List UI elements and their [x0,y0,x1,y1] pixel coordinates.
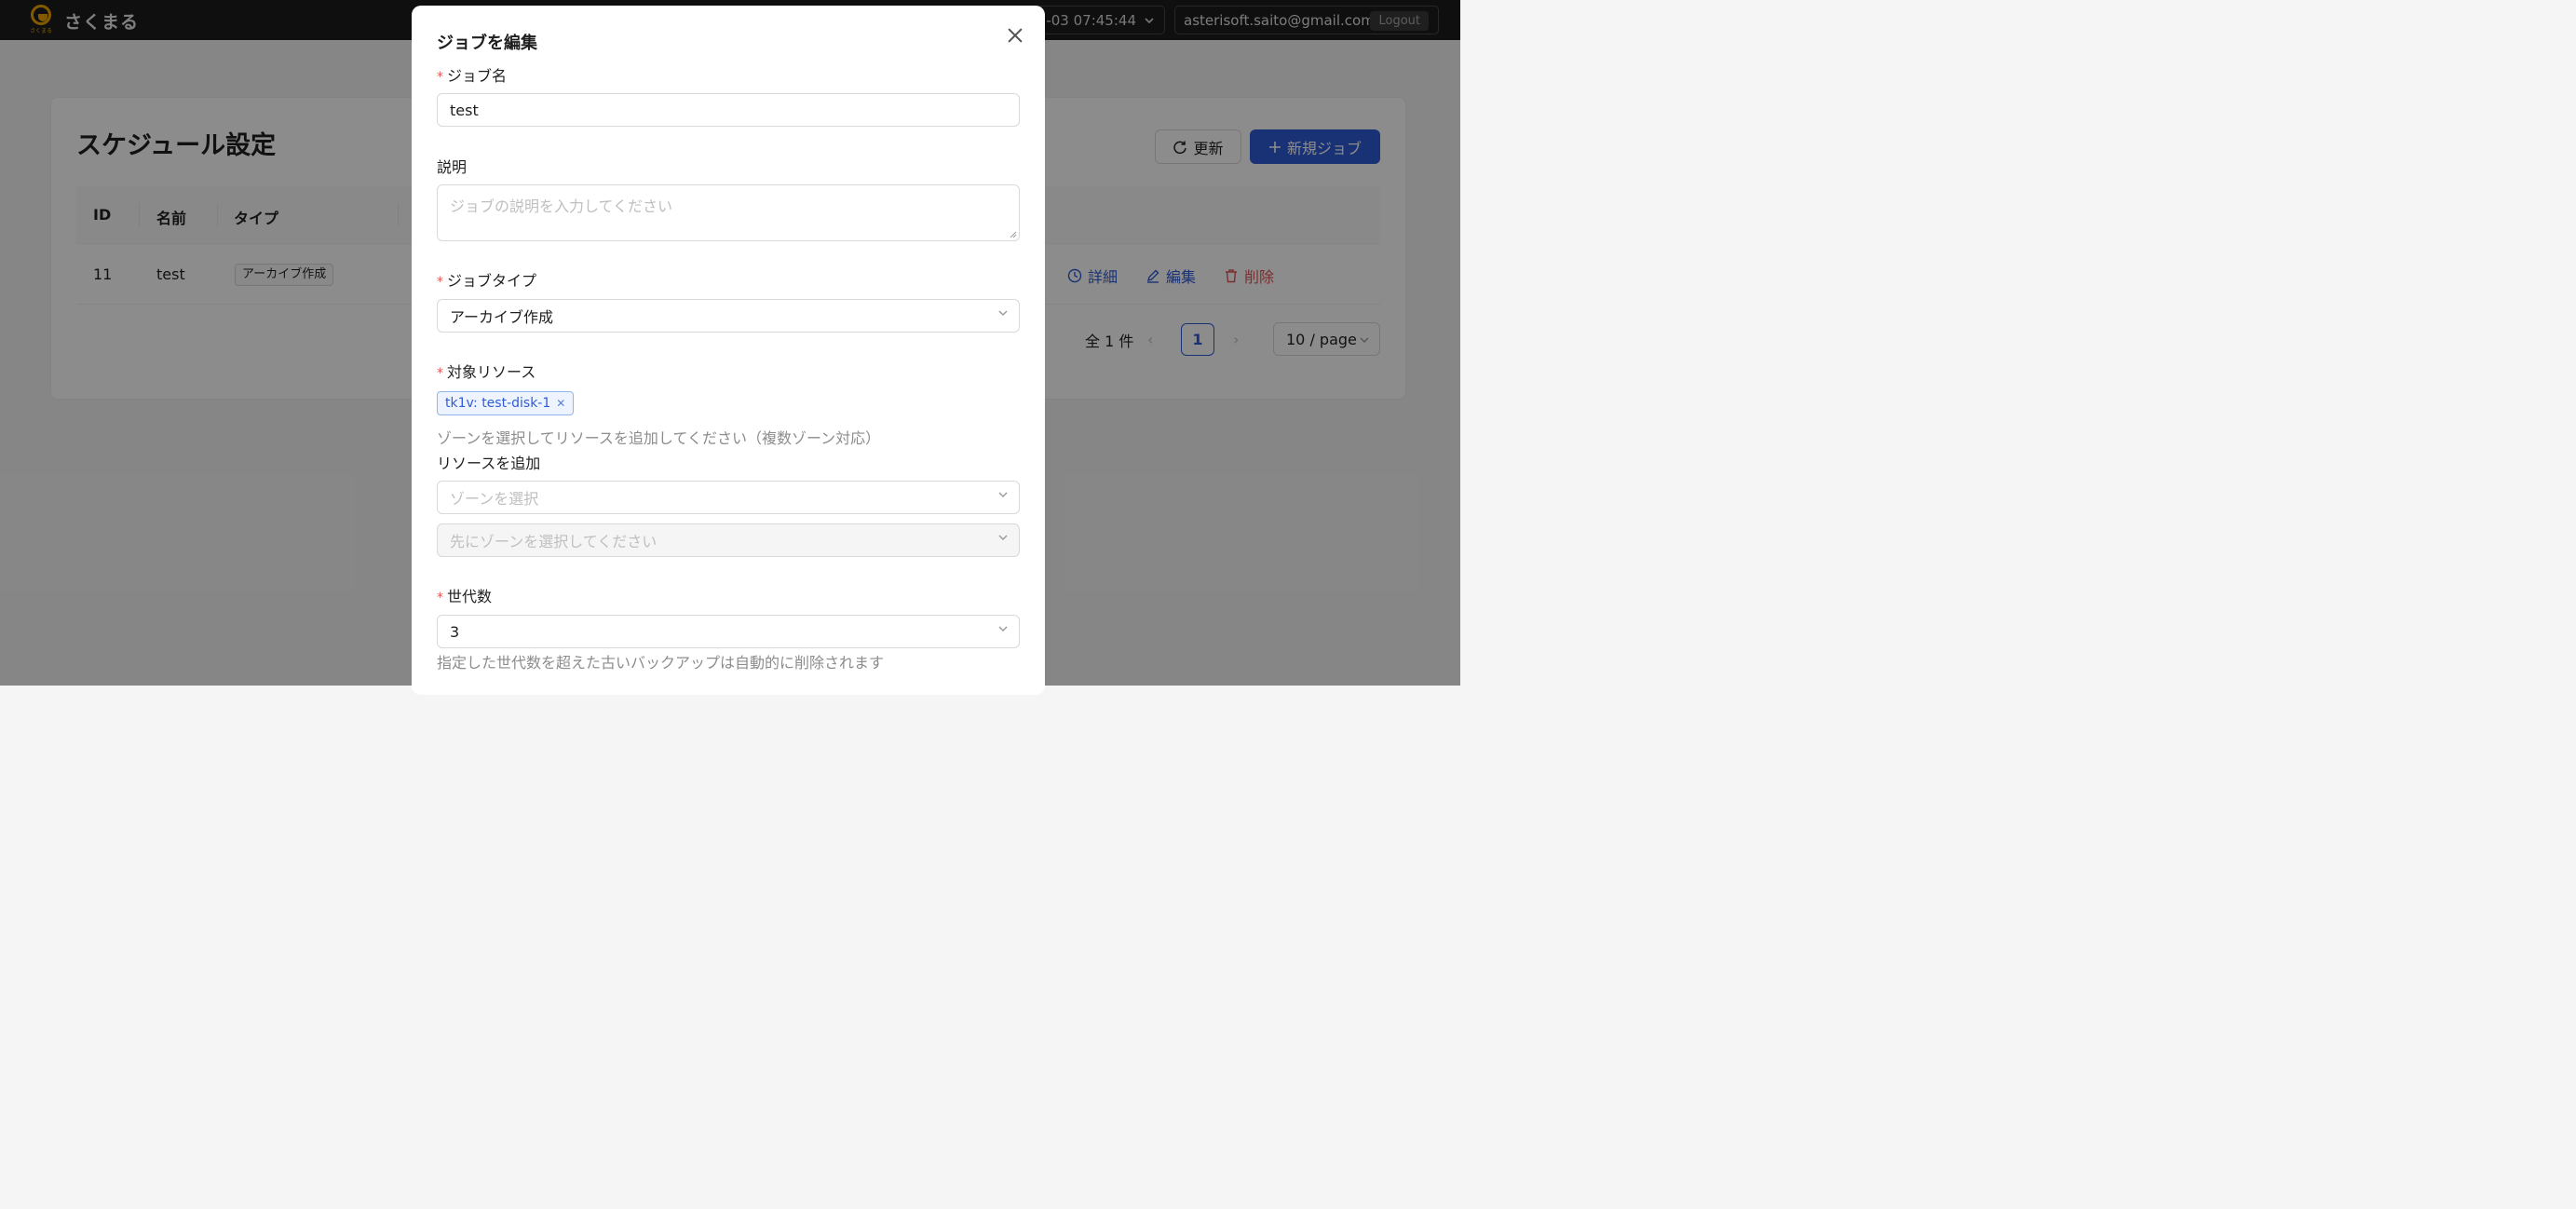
resource-select: 先にゾーンを選択してください [437,523,1020,557]
add-resource-label: リソースを追加 [437,455,541,472]
chevron-down-icon [998,535,1008,540]
modal-title: ジョブを編集 [437,34,537,53]
chevron-down-icon [998,626,1008,632]
required-mark: * [437,591,443,605]
resource-tag: tk1v: test-disk-1 ✕ [437,391,575,415]
chevron-down-icon [998,310,1008,316]
required-mark: * [437,275,443,290]
job-type-label: * ジョブタイプ [437,268,536,291]
zone-placeholder: ゾーンを選択 [450,490,539,508]
description-textarea[interactable]: ジョブの説明を入力してください [437,184,1020,241]
close-icon[interactable] [1006,26,1024,45]
required-mark: * [437,366,443,381]
resources-label-text: 対象リソース [447,363,536,381]
job-type-select[interactable]: アーカイブ作成 [437,299,1020,333]
job-type-value: アーカイブ作成 [450,308,554,326]
generations-hint: 指定した世代数を超えた古いバックアップは自動的に削除されます [437,654,885,672]
job-name-value: test [450,101,479,119]
generations-label: * 世代数 [437,584,492,606]
chevron-down-icon [998,492,1008,497]
job-name-label-text: ジョブ名 [447,67,508,85]
resource-placeholder: 先にゾーンを選択してください [450,533,658,550]
resource-tag-label: tk1v: test-disk-1 [445,396,551,411]
job-type-label-text: ジョブタイプ [447,272,537,290]
job-name-label: * ジョブ名 [437,63,507,86]
edit-job-modal: ジョブを編集 * ジョブ名 test 説明 ジョブの説明を入力してください * ジョ… [412,6,1045,695]
description-label: 説明 [437,158,468,176]
required-mark: * [437,70,443,85]
job-name-input[interactable]: test [437,93,1020,127]
generations-value: 3 [450,622,460,641]
generations-select[interactable]: 3 [437,615,1020,648]
close-icon[interactable]: ✕ [556,397,565,410]
resources-hint: ゾーンを選択してリソースを追加してください（複数ゾーン対応） [437,429,881,447]
zone-select[interactable]: ゾーンを選択 [437,481,1020,514]
description-placeholder: ジョブの説明を入力してください [450,197,673,215]
generations-label-text: 世代数 [447,588,493,605]
resize-handle-icon[interactable] [1010,231,1017,238]
resources-label: * 対象リソース [437,360,536,382]
